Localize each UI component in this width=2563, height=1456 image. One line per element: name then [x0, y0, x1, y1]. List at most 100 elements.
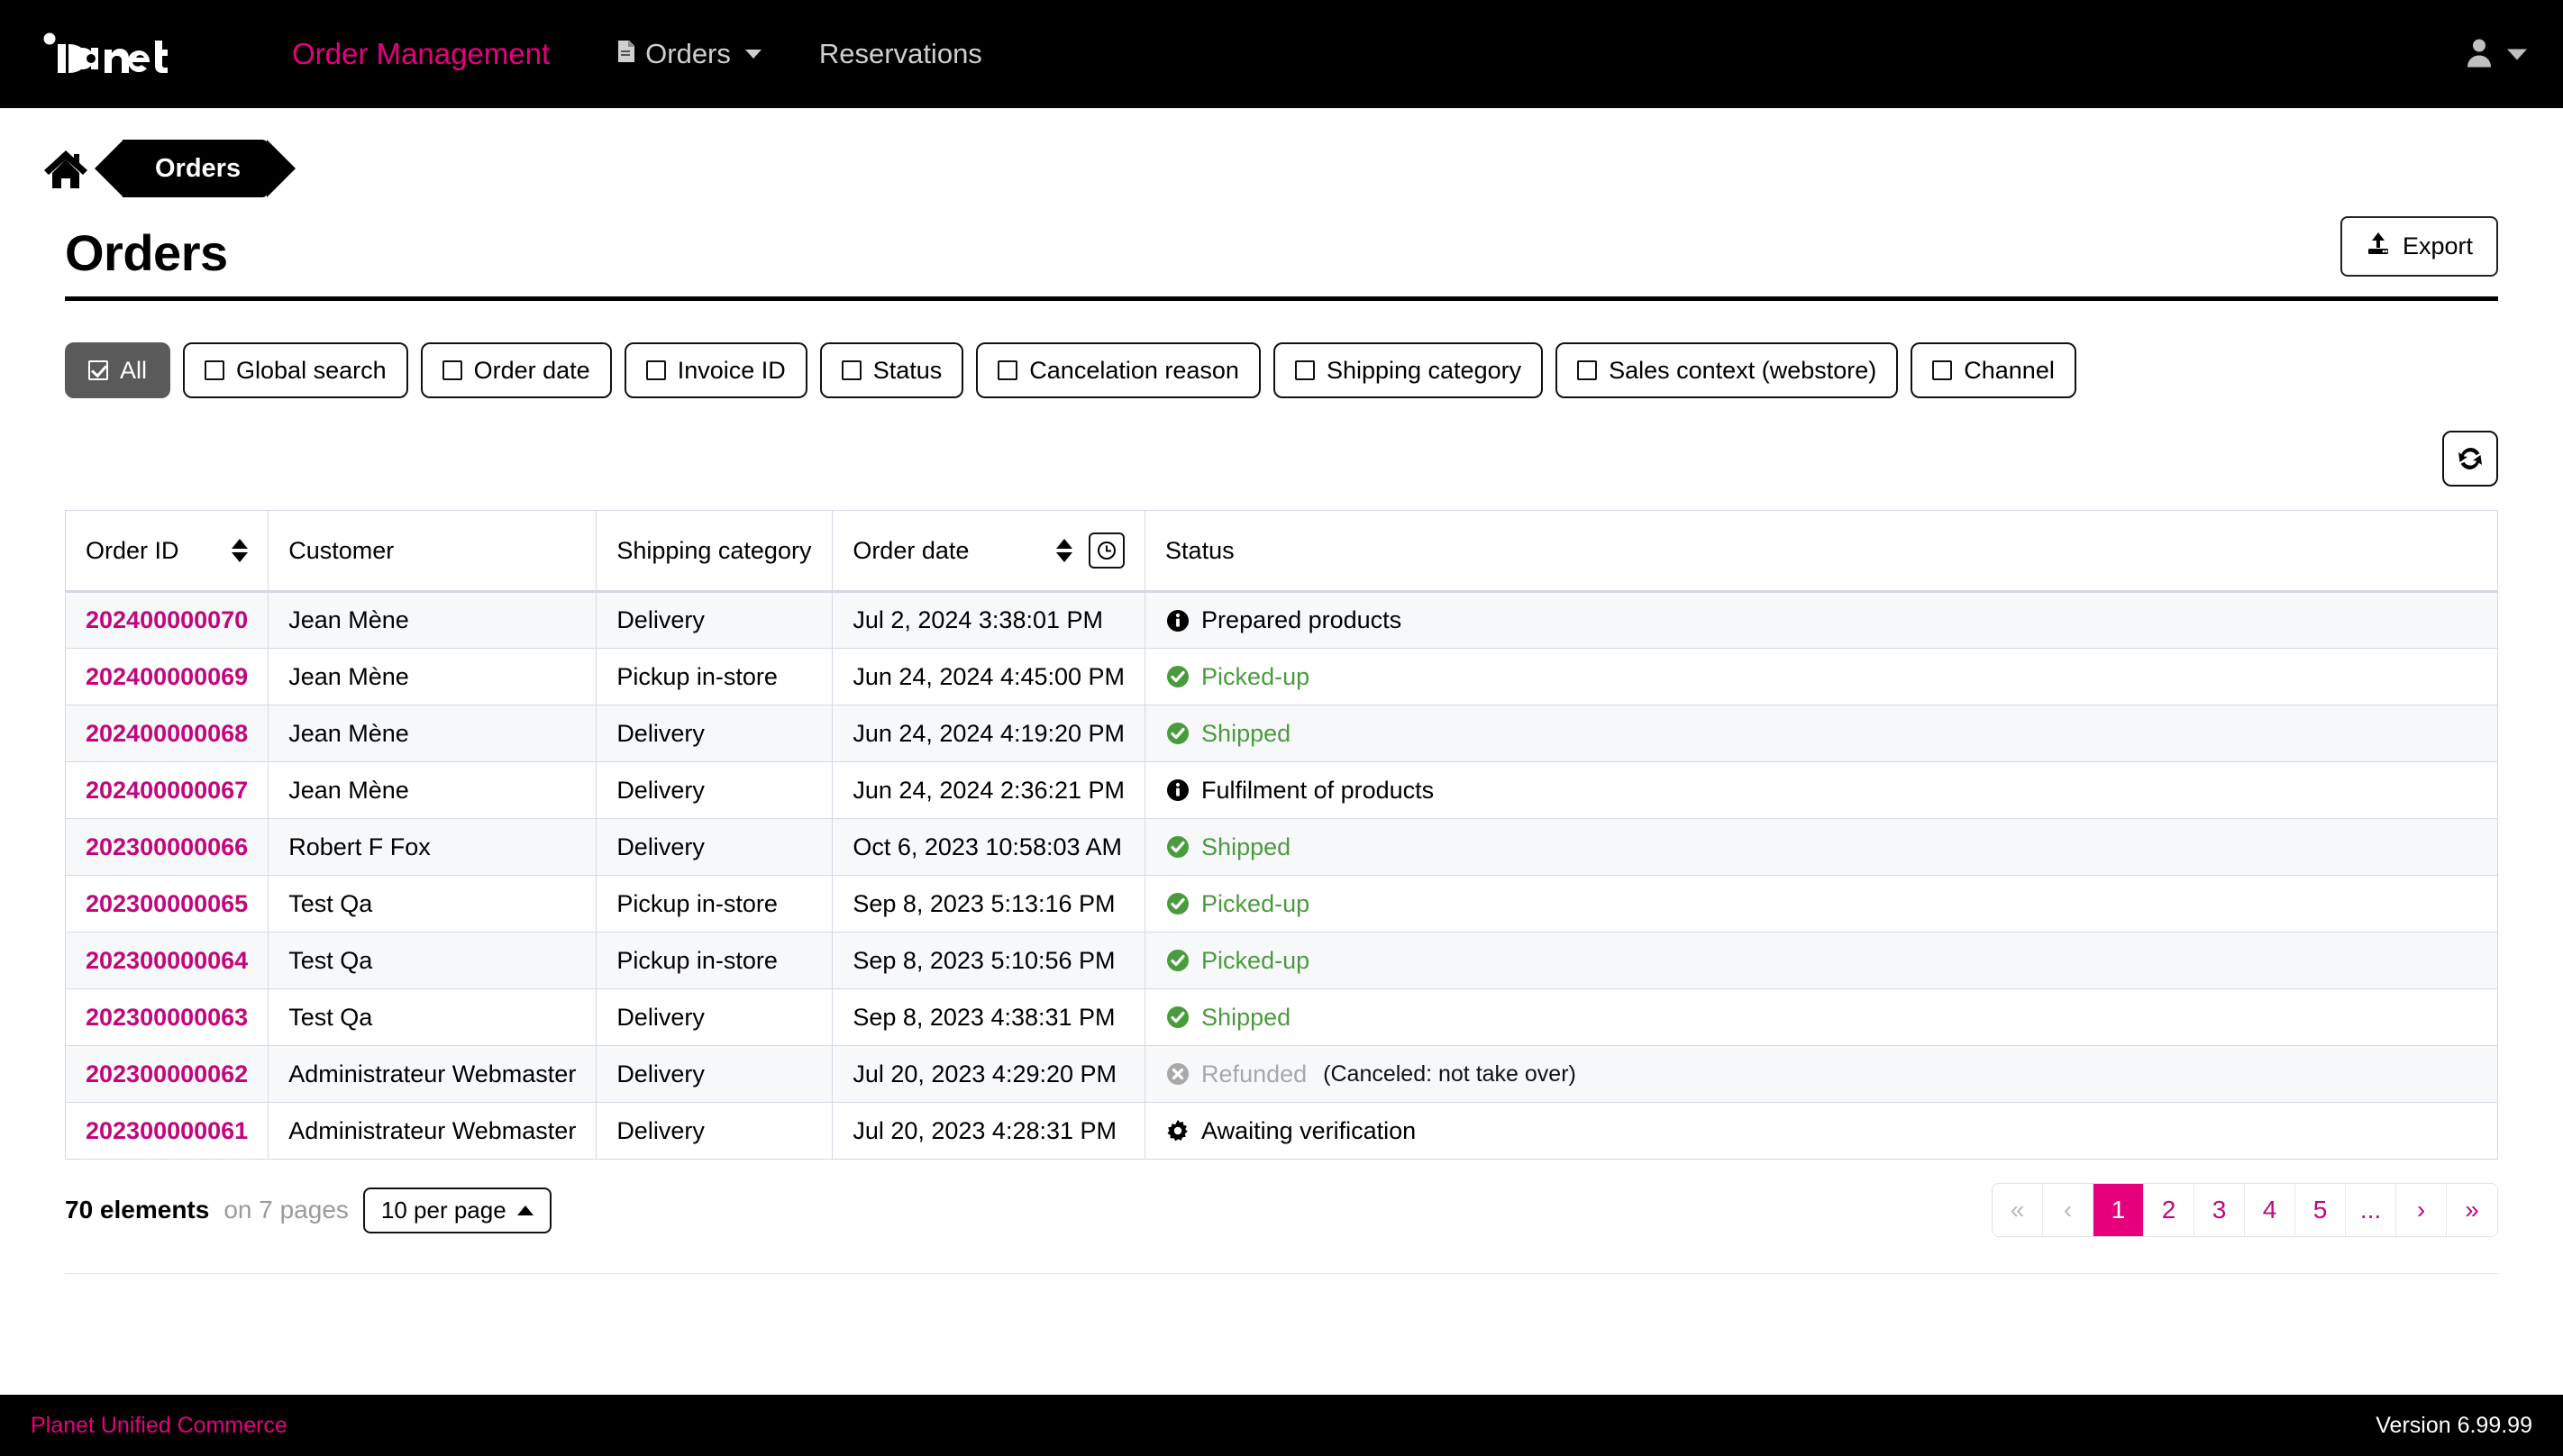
- cell-order-id: 202400000070: [64, 591, 269, 649]
- filter-chip-label: Invoice ID: [677, 356, 786, 384]
- checkbox-icon[interactable]: [205, 360, 225, 380]
- table-row[interactable]: 202400000069 Jean Mène Pickup in-store Jun …: [64, 648, 2498, 705]
- pagination-prev[interactable]: ‹: [2043, 1184, 2093, 1236]
- order-date-clock-button[interactable]: [1089, 532, 1126, 569]
- order-id-link[interactable]: 202300000063: [86, 1004, 248, 1031]
- order-id-link[interactable]: 202300000062: [86, 1060, 248, 1087]
- x-circle-icon: [1165, 1061, 1190, 1087]
- status-badge: Picked-up: [1201, 662, 1310, 690]
- checkbox-icon[interactable]: [998, 360, 1018, 380]
- cell-customer: Test Qa: [268, 875, 597, 933]
- filter-chip-label: Shipping category: [1326, 356, 1522, 384]
- cell-order-date: Sep 8, 2023 5:13:16 PM: [832, 875, 1146, 933]
- checkbox-icon[interactable]: [841, 360, 862, 380]
- user-avatar-icon: [2464, 37, 2495, 72]
- orders-table: Order ID Customer Shipping category Orde…: [64, 510, 2498, 1160]
- filter-chip-invoice-id[interactable]: Invoice ID: [624, 342, 807, 398]
- order-id-link[interactable]: 202300000066: [86, 833, 248, 860]
- table-row[interactable]: 202300000066 Robert F Fox Delivery Oct 6, 2…: [64, 818, 2498, 876]
- export-button[interactable]: Export: [2340, 216, 2498, 277]
- filter-chip-status[interactable]: Status: [819, 342, 964, 398]
- cell-order-id: 202300000061: [64, 1102, 269, 1160]
- home-icon[interactable]: [41, 147, 90, 190]
- filter-chip-all[interactable]: All: [65, 342, 171, 398]
- per-page-label: 10 per page: [380, 1196, 506, 1224]
- cell-status: Picked-up: [1145, 875, 2498, 933]
- pagination-page-4[interactable]: 4: [2245, 1184, 2295, 1236]
- filter-chip-shipping-category[interactable]: Shipping category: [1272, 342, 1544, 398]
- pagination-page-ellipsisellipsisellipsis[interactable]: ...: [2346, 1184, 2396, 1236]
- filter-chip-label: Cancelation reason: [1029, 356, 1239, 384]
- status-badge: Awaiting verification: [1201, 1116, 1417, 1144]
- checkbox-icon[interactable]: [442, 360, 462, 380]
- table-row[interactable]: 202300000063 Test Qa Delivery Sep 8, 2023 4…: [64, 988, 2498, 1046]
- checkbox-checked-icon[interactable]: [88, 360, 108, 380]
- table-row[interactable]: 202400000068 Jean Mène Delivery Jun 24, 202…: [64, 705, 2498, 762]
- element-count-pages: on 7 pages: [223, 1196, 349, 1224]
- cell-status: Picked-up: [1145, 932, 2498, 989]
- nav-reservations[interactable]: Reservations: [819, 38, 982, 70]
- pagination-page-5[interactable]: 5: [2295, 1184, 2346, 1236]
- check-circle-icon: [1165, 721, 1190, 746]
- filter-chip-label: Sales context (webstore): [1609, 356, 1877, 384]
- footer-version: Version 6.99.99: [2376, 1412, 2532, 1438]
- filter-chip-sales-context-webstore[interactable]: Sales context (webstore): [1555, 342, 1899, 398]
- order-id-link[interactable]: 202400000067: [86, 777, 248, 804]
- pagination-next[interactable]: ›: [2396, 1184, 2447, 1236]
- order-id-link[interactable]: 202400000070: [86, 606, 248, 633]
- column-header-order-id[interactable]: Order ID: [64, 510, 269, 593]
- table-header-row: Order ID Customer Shipping category Orde…: [64, 510, 2498, 593]
- order-id-link[interactable]: 202400000069: [86, 663, 248, 690]
- checkbox-icon[interactable]: [1294, 360, 1315, 380]
- cell-status: Shipped: [1145, 705, 2498, 762]
- pagination: «‹ 1 2 3 4 5... ›»: [1992, 1183, 2498, 1237]
- table-row[interactable]: 202300000065 Test Qa Pickup in-store Sep 8,…: [64, 875, 2498, 933]
- user-menu[interactable]: [2464, 37, 2527, 72]
- filter-chip-channel[interactable]: Channel: [1911, 342, 2076, 398]
- filter-chip-label: All: [120, 356, 148, 384]
- cell-shipping-category: Delivery: [596, 1045, 834, 1103]
- sort-order-date-icon[interactable]: [1056, 539, 1073, 562]
- status-badge: Shipped: [1201, 1003, 1291, 1031]
- order-id-link[interactable]: 202300000061: [86, 1117, 248, 1144]
- element-count-total: 70 elements: [65, 1196, 210, 1224]
- pagination-page-2[interactable]: 2: [2144, 1184, 2194, 1236]
- checkbox-icon[interactable]: [1577, 360, 1598, 380]
- page-header: Orders Export: [65, 216, 2498, 301]
- nav-order-management-label: Order Management: [292, 37, 551, 70]
- planet-logo[interactable]: [41, 32, 213, 77]
- pagination-page-3[interactable]: 3: [2194, 1184, 2245, 1236]
- checkbox-icon[interactable]: [645, 360, 666, 380]
- nav-orders-menu[interactable]: Orders: [616, 38, 762, 70]
- refresh-button[interactable]: [2442, 431, 2498, 487]
- pagination-first[interactable]: «: [1993, 1184, 2043, 1236]
- info-circle-icon: [1165, 608, 1190, 633]
- pagination-page-1[interactable]: 1: [2093, 1184, 2144, 1236]
- table-row[interactable]: 202300000061 Administrateur Webmaster Deli…: [64, 1102, 2498, 1160]
- filter-chip-order-date[interactable]: Order date: [420, 342, 612, 398]
- checkbox-icon[interactable]: [1932, 360, 1953, 380]
- order-id-link[interactable]: 202300000065: [86, 890, 248, 917]
- breadcrumb-current[interactable]: Orders: [94, 140, 296, 197]
- table-row[interactable]: 202300000062 Administrateur Webmaster Deli…: [64, 1045, 2498, 1103]
- filter-chip-global-search[interactable]: Global search: [183, 342, 408, 398]
- column-header-order-date[interactable]: Order date: [832, 510, 1146, 593]
- cell-order-date: Sep 8, 2023 5:10:56 PM: [832, 932, 1146, 989]
- column-header-shipping-category-label: Shipping category: [616, 536, 812, 564]
- table-footer: 70 elements on 7 pages 10 per page «‹ 1 2 3…: [65, 1183, 2498, 1237]
- filter-chip-cancelation-reason[interactable]: Cancelation reason: [976, 342, 1261, 398]
- order-id-link[interactable]: 202300000064: [86, 947, 248, 974]
- table-row[interactable]: 202300000064 Test Qa Pickup in-store Sep 8,…: [64, 932, 2498, 989]
- status-badge: Picked-up: [1201, 889, 1310, 917]
- sort-order-id-icon[interactable]: [232, 539, 249, 562]
- nav-order-management[interactable]: Order Management: [292, 37, 550, 71]
- table-row[interactable]: 202400000067 Jean Mène Delivery Jun 24, 202…: [64, 761, 2498, 819]
- order-id-link[interactable]: 202400000068: [86, 720, 248, 747]
- per-page-selector[interactable]: 10 per page: [362, 1187, 552, 1233]
- table-row[interactable]: 202400000070 Jean Mène Delivery Jul 2, 2024…: [64, 591, 2498, 649]
- cell-customer: Jean Mène: [268, 648, 597, 705]
- pagination-last[interactable]: »: [2447, 1184, 2497, 1236]
- check-circle-icon: [1165, 834, 1190, 860]
- element-count: 70 elements on 7 pages 10 per page: [65, 1187, 552, 1233]
- cell-order-id: 202400000068: [64, 705, 269, 762]
